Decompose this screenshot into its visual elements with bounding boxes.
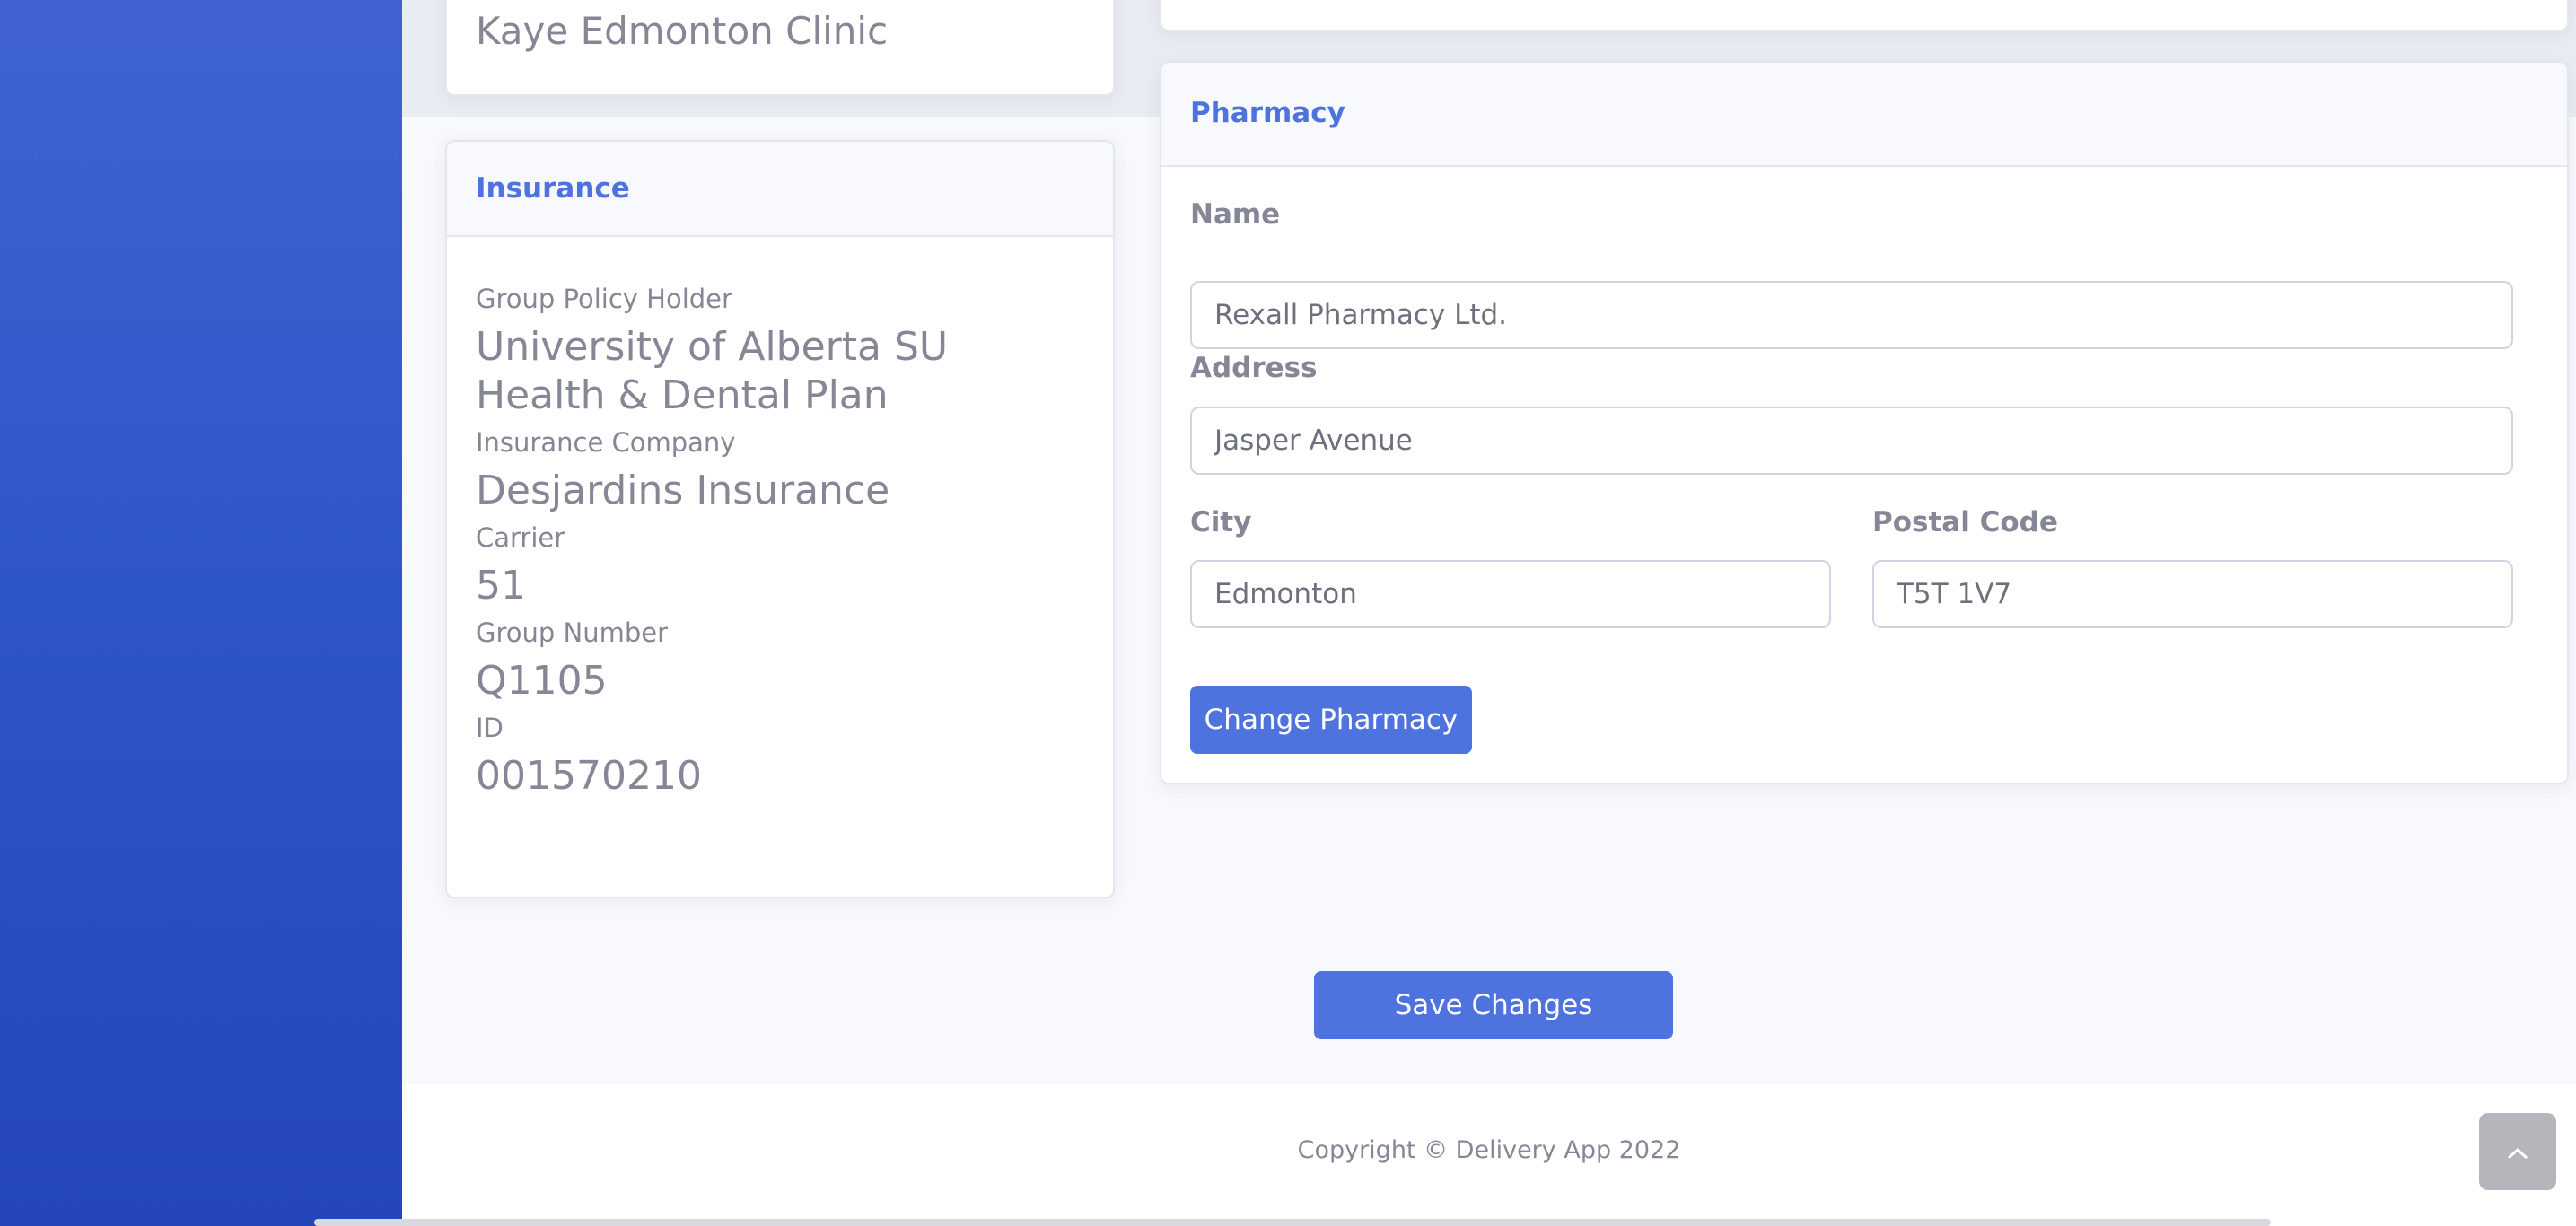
insurance-id-label: ID bbox=[476, 713, 504, 743]
scroll-to-top-button[interactable] bbox=[2479, 1113, 2556, 1190]
pharmacy-city-label: City bbox=[1190, 506, 1252, 539]
pharmacy-name-field[interactable] bbox=[1190, 281, 2513, 349]
change-pharmacy-button[interactable]: Change Pharmacy bbox=[1190, 686, 1472, 754]
pharmacy-address-label: Address bbox=[1190, 352, 1318, 384]
main-content: Kaye Edmonton Clinic Insurance Group Pol… bbox=[402, 0, 2576, 1226]
group-number-value: Q1105 bbox=[476, 658, 608, 704]
sidebar bbox=[0, 0, 402, 1226]
carrier-value: 51 bbox=[476, 563, 526, 609]
insurance-company-label: Insurance Company bbox=[476, 427, 736, 458]
pharmacy-postal-code-label: Postal Code bbox=[1872, 506, 2058, 539]
group-policy-holder-value: University of Alberta SU Health & Dental… bbox=[476, 324, 949, 418]
pharmacy-card: Pharmacy Name Address City Postal Code C… bbox=[1160, 61, 2569, 784]
group-policy-holder-label: Group Policy Holder bbox=[476, 284, 732, 314]
copyright-text: Copyright © Delivery App 2022 bbox=[1297, 1136, 1681, 1164]
insurance-company-value: Desjardins Insurance bbox=[476, 468, 890, 513]
pharmacy-card-header: Pharmacy bbox=[1161, 63, 2567, 167]
pharmacy-address-field[interactable] bbox=[1190, 407, 2513, 475]
carrier-label: Carrier bbox=[476, 522, 565, 553]
insurance-card-body: Group Policy Holder University of Albert… bbox=[447, 237, 1113, 801]
chevron-up-icon bbox=[2507, 1147, 2528, 1160]
horizontal-scrollbar[interactable] bbox=[314, 1219, 2271, 1226]
group-number-label: Group Number bbox=[476, 617, 669, 648]
pharmacy-city-field[interactable] bbox=[1190, 560, 1831, 628]
insurance-id-value: 001570210 bbox=[476, 753, 702, 799]
clinic-card: Kaye Edmonton Clinic bbox=[445, 0, 1115, 96]
save-changes-button[interactable]: Save Changes bbox=[1314, 971, 1673, 1039]
pharmacy-name-label: Name bbox=[1190, 198, 1281, 231]
clinic-name: Kaye Edmonton Clinic bbox=[476, 9, 889, 53]
footer: Copyright © Delivery App 2022 bbox=[402, 1084, 2576, 1226]
insurance-card: Insurance Group Policy Holder University… bbox=[445, 140, 1115, 898]
insurance-card-header: Insurance bbox=[447, 142, 1113, 237]
pharmacy-postal-code-field[interactable] bbox=[1872, 560, 2513, 628]
previous-card bbox=[1160, 0, 2569, 31]
